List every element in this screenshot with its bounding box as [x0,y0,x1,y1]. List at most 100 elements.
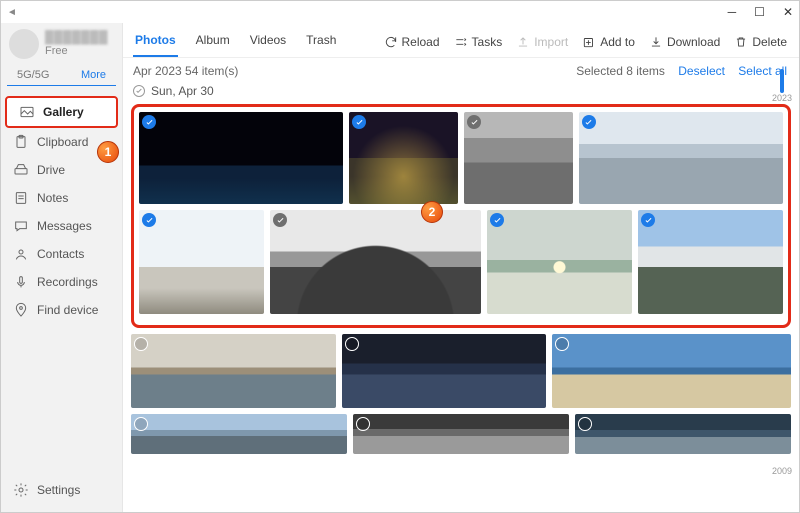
check-icon[interactable] [134,337,148,351]
date-row[interactable]: Sun, Apr 30 [123,80,799,102]
check-icon[interactable] [578,417,592,431]
timeline-year: 2009 [772,466,792,476]
date-check-icon[interactable] [133,85,145,97]
sidebar-item-messages[interactable]: Messages [1,212,122,240]
sidebar-item-contacts[interactable]: Contacts [1,240,122,268]
tab-videos[interactable]: Videos [248,27,288,57]
addto-button[interactable]: Add to [582,35,635,49]
minimize-button[interactable]: ─ [728,5,737,19]
action-label: Import [534,35,568,49]
check-icon[interactable] [142,115,156,129]
photo-thumb[interactable] [349,112,458,204]
photo-thumb[interactable] [270,210,481,314]
check-icon[interactable] [142,213,156,227]
topbar: Photos Album Videos Trash Reload Tasks I… [123,23,799,58]
sidebar-item-settings[interactable]: Settings [1,474,122,512]
photo-thumb[interactable] [342,334,547,408]
timeline-year: 2023 [772,93,792,103]
sidebar-item-notes[interactable]: Notes [1,184,122,212]
status-row: Apr 2023 54 item(s) Selected 8 items Des… [123,58,799,80]
tasks-icon [454,35,468,49]
messages-icon [13,218,29,234]
maximize-button[interactable]: ☐ [754,5,765,19]
sidebar-item-label: Contacts [37,247,84,261]
check-icon[interactable] [134,417,148,431]
download-icon [649,35,663,49]
location-icon [13,302,29,318]
annotation-badge-1: 1 [97,141,119,163]
contacts-icon [13,246,29,262]
scrollbar-handle[interactable] [780,69,784,93]
photo-thumb[interactable] [131,334,336,408]
check-icon[interactable] [467,115,481,129]
check-icon[interactable] [641,213,655,227]
main-panel: Photos Album Videos Trash Reload Tasks I… [123,23,799,512]
photo-thumb[interactable] [487,210,632,314]
gallery [123,102,799,470]
tabs: Photos Album Videos Trash [133,27,338,57]
tasks-button[interactable]: Tasks [454,35,503,49]
deselect-link[interactable]: Deselect [678,64,725,78]
check-icon[interactable] [582,115,596,129]
sidebar-item-label: Drive [37,163,65,177]
photo-thumb[interactable] [139,112,343,204]
sidebar-item-find-device[interactable]: Find device [1,296,122,324]
settings-label: Settings [37,483,80,497]
avatar [9,29,39,59]
reload-button[interactable]: Reload [384,35,440,49]
action-label: Tasks [472,35,503,49]
tab-trash[interactable]: Trash [304,27,338,57]
check-icon[interactable] [555,337,569,351]
sidebar-item-label: Find device [37,303,98,317]
gear-icon [13,482,29,498]
date-label: Sun, Apr 30 [151,84,214,98]
check-icon[interactable] [345,337,359,351]
sound-indicator: ◄ [7,7,17,18]
more-link[interactable]: More [81,69,106,81]
sidebar: ███████ Free 5G/5G More Gallery Clipboar… [1,23,123,512]
plan-label: Free [45,45,108,57]
sidebar-item-gallery[interactable]: Gallery [5,96,118,128]
toolbar: Reload Tasks Import Add to Download [384,35,788,49]
photo-thumb[interactable] [464,112,573,204]
photo-thumb[interactable] [575,414,791,454]
gallery-icon [19,104,35,120]
timeline-scrollbar[interactable]: 2023 2009 [771,69,793,476]
clipboard-icon [13,134,29,150]
delete-button[interactable]: Delete [734,35,787,49]
trash-icon [734,35,748,49]
addto-icon [582,35,596,49]
notes-icon [13,190,29,206]
close-button[interactable]: ✕ [783,5,793,19]
photo-thumb[interactable] [579,112,783,204]
sidebar-item-label: Messages [37,219,92,233]
check-icon[interactable] [490,213,504,227]
sidebar-item-recordings[interactable]: Recordings [1,268,122,296]
download-button[interactable]: Download [649,35,720,49]
photo-thumb[interactable] [552,334,791,408]
user-block[interactable]: ███████ Free [1,23,122,67]
tab-album[interactable]: Album [194,27,232,57]
recordings-icon [13,274,29,290]
upload-icon [516,35,530,49]
sidebar-item-label: Clipboard [37,135,88,149]
reload-icon [384,35,398,49]
network-status: 5G/5G [17,69,49,81]
titlebar: ◄ ─ ☐ ✕ [1,1,799,23]
annotation-badge-2: 2 [421,201,443,223]
photo-thumb[interactable] [638,210,783,314]
check-icon[interactable] [273,213,287,227]
action-label: Reload [402,35,440,49]
action-label: Download [667,35,720,49]
tab-photos[interactable]: Photos [133,27,178,57]
photo-thumb[interactable] [131,414,347,454]
action-label: Add to [600,35,635,49]
photo-thumb[interactable] [353,414,569,454]
photo-thumb[interactable] [139,210,264,314]
check-icon[interactable] [356,417,370,431]
check-icon[interactable] [352,115,366,129]
action-label: Delete [752,35,787,49]
username: ███████ [45,31,108,44]
import-button: Import [516,35,568,49]
sidebar-item-label: Notes [37,191,68,205]
